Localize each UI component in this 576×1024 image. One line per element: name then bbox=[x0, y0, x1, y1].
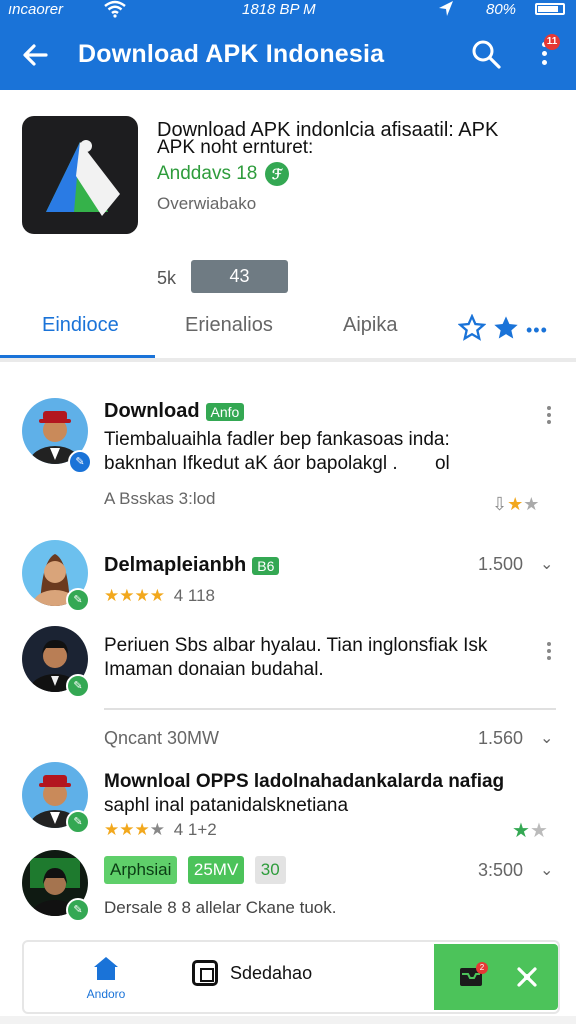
tag-pill[interactable]: Arphsiai bbox=[104, 856, 178, 884]
item-rating: ★★★★ 4 1+2 bbox=[104, 820, 217, 840]
item-description-tail: ol bbox=[434, 453, 450, 474]
item-download-count: 1.500 bbox=[478, 554, 524, 574]
star-icon: ★ bbox=[529, 820, 548, 842]
item-meta: Qncant 30MW bbox=[104, 728, 220, 748]
carrier-label: ıncaorer bbox=[8, 1, 64, 18]
inbox-icon[interactable]: 2 bbox=[458, 962, 488, 993]
battery-icon bbox=[535, 3, 565, 15]
item-description-line2: Imaman donaian budahal. bbox=[104, 659, 324, 680]
chevron-down-icon[interactable]: ⌄ bbox=[540, 728, 553, 748]
item-download-count: 3:500 bbox=[478, 860, 524, 880]
tab-2[interactable]: Aipika bbox=[343, 314, 397, 337]
item-badge: B6 bbox=[252, 556, 280, 575]
app-logo bbox=[22, 116, 138, 234]
nav-center-label: Sdedahao bbox=[230, 962, 313, 983]
item-tags: Arphsiai 25MV 30 bbox=[104, 856, 292, 884]
nav-center[interactable]: Sdedahao bbox=[192, 960, 312, 986]
item-title: Delmapleianbh B6 bbox=[104, 554, 280, 577]
chevron-down-icon[interactable]: ⌄ bbox=[540, 554, 553, 574]
developer-name: Anddavs 18 bbox=[157, 163, 258, 184]
bottom-strip bbox=[0, 1016, 576, 1024]
developer-badge-icon: ℱ bbox=[265, 162, 290, 186]
verified-icon: ✎ bbox=[68, 450, 92, 474]
item-badge: Anfo bbox=[205, 402, 245, 421]
star-icon: ★ bbox=[523, 494, 540, 514]
nav-actions: 2 bbox=[434, 944, 558, 1010]
status-bar: ıncaorer 1818 BP M 80% bbox=[0, 0, 576, 20]
app-title: Download APK indonlcia afisaatil: APK AP… bbox=[157, 120, 567, 158]
nav-home-label: Andoro bbox=[86, 987, 126, 1001]
app-header: Download APK indonlcia afisaatil: APK AP… bbox=[0, 90, 576, 362]
count-pill[interactable]: 30 bbox=[254, 856, 286, 884]
clock: 1818 BP M bbox=[242, 1, 316, 18]
stat-label: 5k bbox=[157, 268, 177, 288]
settings-icon[interactable] bbox=[514, 964, 540, 995]
item-title: Download Anfo bbox=[104, 400, 245, 423]
item-description-line2: saphl inal patanidalsknetiana bbox=[104, 795, 349, 816]
notification-badge: 11 bbox=[544, 34, 560, 50]
nav-home[interactable]: Andoro bbox=[76, 954, 136, 1001]
rating-count: 4 118 bbox=[173, 586, 215, 605]
item-menu-icon[interactable] bbox=[546, 406, 552, 427]
developer-row[interactable]: Anddavs 18 ℱ bbox=[157, 162, 290, 186]
size-pill[interactable]: 25MV bbox=[187, 856, 245, 884]
rating-stars: ★★★★ bbox=[104, 586, 165, 605]
rating-stars: ★★★★ bbox=[104, 820, 165, 839]
item-rating: ★★★★ 4 118 bbox=[104, 586, 215, 606]
item-description-line1: Tiembaluaihla fadler bep fankasoas inda: bbox=[104, 429, 450, 450]
verified-icon: ✎ bbox=[66, 674, 90, 698]
app-subtitle: Overwiabako bbox=[157, 194, 257, 213]
item-description-line2: baknhan Ifkedut aK áor bapolakgl . bbox=[104, 453, 398, 474]
home-icon bbox=[94, 957, 118, 980]
back-arrow-icon[interactable] bbox=[20, 34, 50, 79]
tab-0[interactable]: Eindioce bbox=[42, 314, 119, 337]
star-outline-icon[interactable] bbox=[457, 313, 487, 347]
item-description-line2-row: baknhan Ifkedut aK áor bapolakgl . ol bbox=[104, 452, 534, 476]
tab-divider bbox=[0, 358, 576, 362]
tab-bar: Eindioce Erienalios Aipika ••• bbox=[0, 302, 576, 359]
list-divider bbox=[104, 708, 556, 710]
item-description: Periuen Sbs albar hyalau. Tian inglonsfi… bbox=[104, 634, 534, 682]
star-icon: ★ bbox=[507, 494, 524, 514]
location-icon bbox=[438, 0, 454, 22]
tab-actions: ••• bbox=[457, 313, 548, 347]
search-icon[interactable] bbox=[470, 38, 502, 75]
item-description: Tiembaluaihla fadler bep fankasoas inda:… bbox=[104, 428, 534, 476]
star-icon: ★ bbox=[512, 820, 530, 842]
item-download-count: 1.560 bbox=[478, 728, 524, 748]
rating-count: 4 1+2 bbox=[173, 820, 217, 839]
verified-icon: ✎ bbox=[66, 810, 90, 834]
star-filled-icon[interactable] bbox=[492, 314, 520, 347]
item-rating-icons: ★★ bbox=[512, 818, 548, 843]
item-menu-icon[interactable] bbox=[546, 642, 552, 663]
item-rating-icons: ⇩★★ bbox=[492, 494, 539, 515]
item-description-line1: Mownloal OPPS ladolnahadankalarda nafiag bbox=[104, 771, 505, 792]
item-meta: Dersale 8 8 allelar Ckane tuok. bbox=[104, 898, 337, 917]
app-bar: Download APK Indonesia 11 bbox=[0, 20, 576, 90]
nav-badge: 2 bbox=[476, 962, 488, 974]
app-title-line2: APK noht ernturet: bbox=[157, 137, 314, 158]
item-name: Download bbox=[104, 400, 200, 422]
bottom-nav: Andoro Sdedahao 2 bbox=[22, 940, 560, 1014]
wifi-icon bbox=[104, 0, 126, 22]
item-meta: A Bsskas 3:lod bbox=[104, 489, 216, 508]
more-horizontal-icon[interactable]: ••• bbox=[526, 320, 548, 341]
item-name: Delmapleianbh bbox=[104, 554, 247, 576]
item-description-line1: Periuen Sbs albar hyalau. Tian inglonsfi… bbox=[104, 635, 488, 656]
verified-icon: ✎ bbox=[66, 588, 90, 612]
download-icon: ⇩ bbox=[492, 494, 508, 514]
battery-percent: 80% bbox=[486, 1, 517, 18]
app-switch-icon bbox=[192, 960, 218, 986]
stat-button[interactable]: 43 bbox=[191, 260, 288, 293]
chevron-down-icon[interactable]: ⌄ bbox=[540, 860, 553, 880]
page-title: Download APK Indonesia bbox=[78, 40, 385, 68]
tab-1[interactable]: Erienalios bbox=[185, 314, 273, 337]
item-description: Mownloal OPPS ladolnahadankalarda nafiag… bbox=[104, 770, 544, 818]
verified-icon: ✎ bbox=[66, 898, 90, 922]
